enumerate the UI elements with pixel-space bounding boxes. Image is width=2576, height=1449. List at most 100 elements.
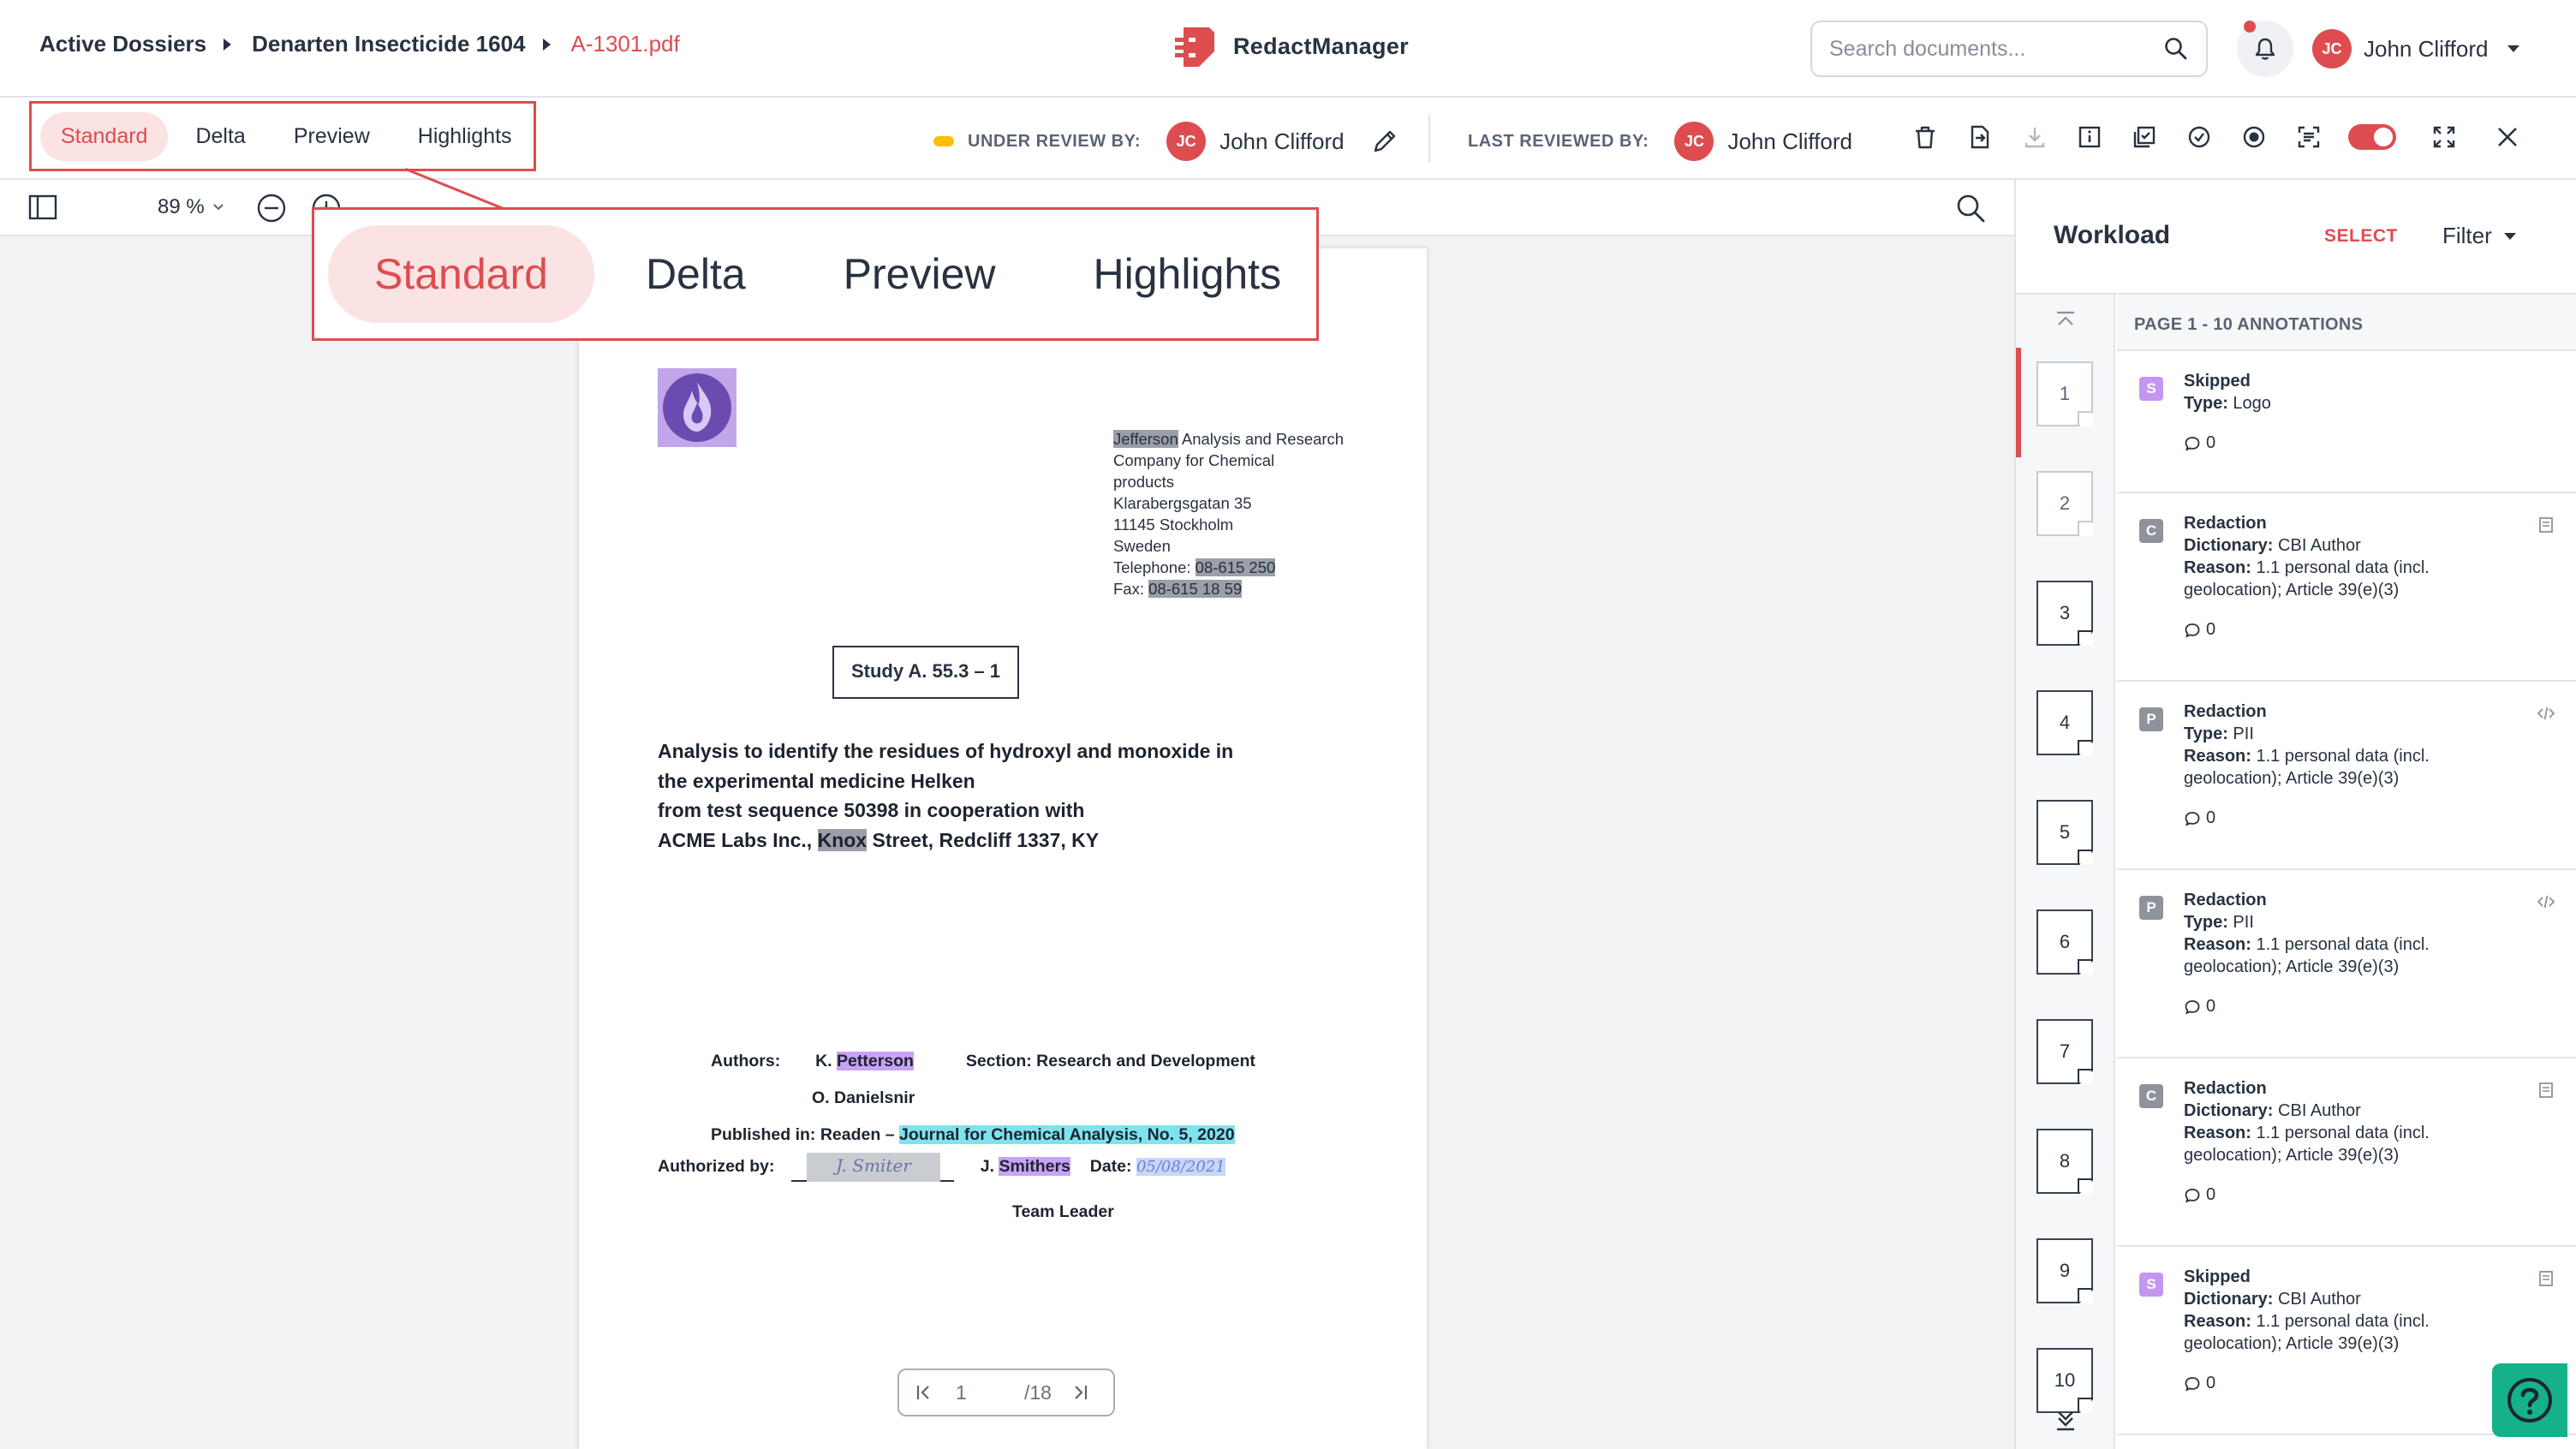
delete-button[interactable] bbox=[1908, 120, 1942, 154]
page-thumbnail[interactable]: 4 bbox=[2036, 690, 2093, 755]
page-thumbnail[interactable]: 3 bbox=[2036, 581, 2093, 646]
annotation-key: Type: bbox=[2184, 724, 2228, 743]
approve-doc-icon bbox=[2133, 126, 2156, 148]
redacted-street[interactable]: Knox bbox=[817, 828, 868, 851]
select-button[interactable]: SELECT bbox=[2324, 226, 2398, 247]
scroll-bottom-icon[interactable] bbox=[2053, 1406, 2078, 1432]
dictionary-icon[interactable] bbox=[2537, 1081, 2555, 1100]
comments-count[interactable]: 0 bbox=[2184, 433, 2561, 453]
last-reviewer-name: John Clifford bbox=[1727, 128, 1852, 154]
page-thumbnail[interactable]: 7 bbox=[2036, 1019, 2093, 1084]
annotation-type-badge: S bbox=[2139, 1273, 2163, 1297]
annotation-type-badge: P bbox=[2139, 896, 2163, 920]
status-pill bbox=[933, 136, 954, 146]
comments-count[interactable]: 0 bbox=[2184, 620, 2561, 640]
comments-count[interactable]: 0 bbox=[2184, 808, 2561, 828]
download-button[interactable] bbox=[2018, 120, 2052, 154]
annotation-item[interactable]: P Redaction Type: PII Reason: 1.1 personal … bbox=[2117, 870, 2576, 1058]
tab-standard[interactable]: Standard bbox=[40, 111, 169, 161]
tab-delta-zoomed[interactable]: Delta bbox=[599, 225, 792, 323]
document-viewer: Jefferson Analysis and Research Company … bbox=[0, 236, 2014, 1449]
annotation-item[interactable]: C Redaction Dictionary: CBI Author Reason: … bbox=[2117, 493, 2576, 682]
scroll-top-icon[interactable] bbox=[2053, 308, 2078, 334]
page-thumbnail[interactable]: 5 bbox=[2036, 800, 2093, 865]
page-thumbnail[interactable]: 10 bbox=[2036, 1348, 2093, 1413]
annotation-item[interactable]: P Redaction Type: PII Reason: 1.1 personal … bbox=[2117, 682, 2576, 870]
authors-line: Authors: K. Petterson Section: Research … bbox=[711, 1052, 1255, 1071]
comments-count[interactable]: 0 bbox=[2184, 997, 2561, 1017]
search-icon[interactable] bbox=[2163, 36, 2189, 62]
page-thumbnail[interactable]: 1 bbox=[2036, 361, 2093, 426]
user-menu[interactable]: JC John Clifford bbox=[2312, 29, 2519, 69]
code-icon[interactable] bbox=[2537, 704, 2555, 723]
close-button[interactable] bbox=[2490, 120, 2525, 154]
page-total: /18 bbox=[1024, 1380, 1052, 1404]
fullscreen-icon bbox=[2433, 126, 2455, 148]
ocr-button[interactable] bbox=[2292, 120, 2326, 154]
first-page-icon[interactable] bbox=[915, 1383, 933, 1402]
annotation-type-badge: C bbox=[2139, 519, 2163, 543]
approve-button[interactable] bbox=[2127, 120, 2162, 154]
annotation-key: Reason: bbox=[2184, 1312, 2251, 1331]
signer-prefix: J. bbox=[980, 1157, 999, 1177]
tab-delta[interactable]: Delta bbox=[175, 112, 265, 161]
redacted-company[interactable]: Jefferson bbox=[1113, 430, 1178, 448]
document-page[interactable]: Jefferson Analysis and Research Company … bbox=[579, 248, 1427, 1449]
top-header: Active Dossiers Denarten Insecticide 160… bbox=[0, 0, 2576, 98]
annotation-title: Redaction bbox=[2184, 702, 2267, 721]
annotation-item[interactable]: S Skipped Type: Logo 0 bbox=[2117, 351, 2576, 493]
redacted-date[interactable]: 05/08/2021 bbox=[1136, 1158, 1225, 1177]
annotation-value: PII bbox=[2233, 724, 2254, 743]
redacted-signer[interactable]: Smithers bbox=[999, 1157, 1070, 1177]
fullscreen-button[interactable] bbox=[2427, 120, 2461, 154]
document-logo[interactable] bbox=[658, 368, 736, 447]
redacted-signature[interactable]: J. Smiter bbox=[806, 1153, 940, 1182]
help-button[interactable] bbox=[2492, 1363, 2567, 1437]
zoom-out-icon[interactable] bbox=[255, 192, 288, 224]
filter-dropdown[interactable]: Filter bbox=[2442, 223, 2516, 249]
redacted-author[interactable]: Petterson bbox=[837, 1052, 914, 1070]
annotation-body: Skipped Dictionary: CBI Author Reason: 1.1… bbox=[2184, 1266, 2475, 1355]
pencil-icon[interactable] bbox=[1370, 127, 1399, 156]
address-line: Klarabergsgatan 35 bbox=[1113, 494, 1252, 512]
annotation-value: PII bbox=[2233, 913, 2254, 932]
search-icon[interactable] bbox=[1954, 192, 1987, 224]
tab-preview-zoomed[interactable]: Preview bbox=[797, 225, 1042, 323]
comments-value: 0 bbox=[2206, 1374, 2216, 1392]
page-thumbnail[interactable]: 9 bbox=[2036, 1238, 2093, 1303]
breadcrumb-file[interactable]: A-1301.pdf bbox=[571, 31, 680, 57]
redacted-fax[interactable]: 08-615 18 59 bbox=[1148, 580, 1243, 598]
page-thumbnail[interactable]: 2 bbox=[2036, 471, 2093, 536]
notifications-button[interactable] bbox=[2237, 21, 2293, 77]
annotation-value: Logo bbox=[2233, 394, 2271, 413]
tab-highlights[interactable]: Highlights bbox=[397, 112, 533, 161]
comment-icon bbox=[2185, 623, 2200, 638]
dictionary-icon[interactable] bbox=[2537, 516, 2555, 534]
zoom-select[interactable]: 89 % bbox=[158, 195, 225, 219]
brand[interactable]: RedactManager bbox=[1172, 22, 1409, 70]
mark-reviewed-button[interactable] bbox=[2182, 120, 2216, 154]
redacted-journal[interactable]: Journal for Chemical Analysis, No. 5, 20… bbox=[898, 1125, 1235, 1144]
company-address: Jefferson Analysis and Research Company … bbox=[1113, 428, 1344, 599]
sidebar-toggle-icon[interactable] bbox=[27, 192, 58, 223]
export-button[interactable] bbox=[1963, 120, 1997, 154]
dictionary-icon[interactable] bbox=[2537, 1269, 2555, 1288]
annotation-key: Reason: bbox=[2184, 558, 2251, 577]
page-thumbnail[interactable]: 8 bbox=[2036, 1129, 2093, 1194]
redaction-toggle[interactable] bbox=[2346, 120, 2398, 154]
page-thumbnail[interactable]: 6 bbox=[2036, 909, 2093, 975]
code-icon[interactable] bbox=[2537, 892, 2555, 911]
breadcrumb-active-dossiers[interactable]: Active Dossiers bbox=[39, 31, 206, 57]
tab-standard-zoomed[interactable]: Standard bbox=[328, 225, 594, 323]
comments-count[interactable]: 0 bbox=[2184, 1185, 2561, 1205]
redacted-telephone[interactable]: 08-615 250 bbox=[1195, 558, 1276, 576]
search-input[interactable] bbox=[1829, 36, 2163, 62]
document-info-button[interactable] bbox=[2072, 120, 2107, 154]
tab-highlights-zoomed[interactable]: Highlights bbox=[1047, 225, 1328, 323]
last-page-icon[interactable] bbox=[1070, 1383, 1089, 1402]
breadcrumb-dossier[interactable]: Denarten Insecticide 1604 bbox=[252, 31, 525, 57]
record-button[interactable] bbox=[2237, 120, 2271, 154]
annotation-item[interactable]: C Redaction Dictionary: CBI Author Reason: … bbox=[2117, 1058, 2576, 1247]
tab-preview[interactable]: Preview bbox=[273, 112, 391, 161]
page-number-input[interactable]: 1 bbox=[956, 1381, 1024, 1404]
